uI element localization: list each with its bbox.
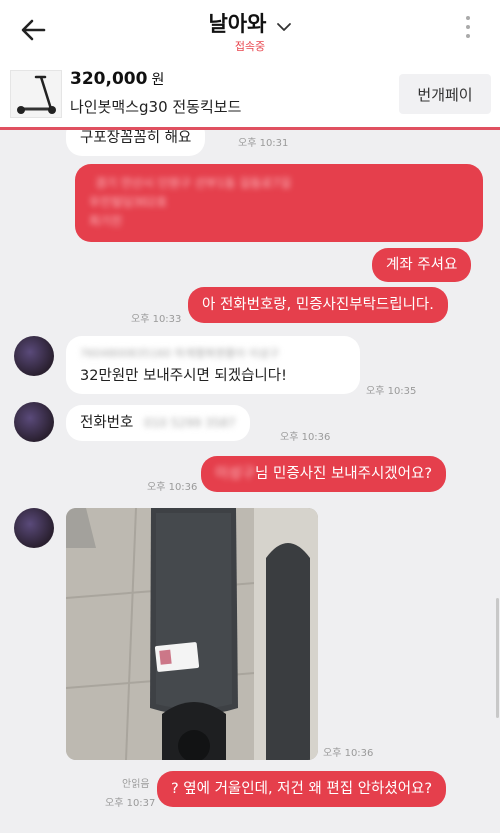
message-text: ? 옆에 거울인데, 저건 왜 편집 안하셨어요?: [171, 781, 433, 797]
redacted-text: 7604800835160 하계행복맨좋아 이성구: [80, 347, 280, 360]
message-text: 32만원만 보내주시면 되겠습니다!: [80, 368, 287, 384]
message-text: 님 민증사진 보내주시겠어요?: [255, 466, 433, 482]
more-dot: [466, 34, 470, 38]
incoming-message[interactable]: 7604800835160 하계행복맨좋아 이성구 32만원만 보내주시면 되겠…: [66, 336, 360, 394]
message-text: 아 전화번호랑, 민증사진부탁드립니다.: [202, 297, 434, 313]
photo-message[interactable]: [66, 508, 318, 760]
incoming-message[interactable]: 구포장꼼꼼히 해요: [66, 130, 206, 156]
outgoing-message[interactable]: ? 옆에 거울인데, 저건 왜 편집 안하셨어요?: [157, 771, 447, 807]
unread-indicator: 안읽음: [122, 779, 150, 790]
bungae-pay-button[interactable]: 번개페이: [399, 74, 491, 114]
message-time: 오후 10:36: [147, 482, 198, 493]
redacted-text: 최기진: [89, 214, 123, 228]
chevron-down-icon[interactable]: [276, 21, 292, 33]
outgoing-message[interactable]: 아 전화번호랑, 민증사진부탁드립니다.: [188, 287, 448, 323]
more-options-button[interactable]: [464, 16, 472, 42]
product-name: 나인봇맥스g30 전동킥보드: [70, 98, 242, 116]
product-price: 320,000 원: [70, 69, 164, 89]
outgoing-message[interactable]: 경기 안산시 단원구 선부1동 길동로7길 우진빌딩302호 최기진: [75, 164, 483, 242]
partner-avatar[interactable]: [14, 336, 54, 376]
product-thumbnail[interactable]: [10, 70, 62, 118]
chat-scrollbar[interactable]: [496, 598, 499, 718]
message-time: 오후 10:35: [366, 386, 417, 397]
message-time: 오후 10:36: [323, 748, 374, 759]
partner-avatar[interactable]: [14, 402, 54, 442]
message-time: 오후 10:37: [105, 798, 156, 809]
kickboard-photo: [66, 508, 318, 760]
price-unit: 원: [151, 72, 165, 88]
chat-messages[interactable]: 구포장꼼꼼히 해요 오후 10:31 경기 안산시 단원구 선부1동 길동로7길…: [0, 130, 500, 833]
outgoing-message[interactable]: 계좌 주셔요: [372, 248, 472, 282]
redacted-text: 우진빌딩302호: [89, 195, 168, 209]
price-value: 320,000: [70, 69, 148, 89]
message-time: 오후 10:36: [280, 432, 331, 443]
outgoing-message[interactable]: 이성구님 민증사진 보내주시겠어요?: [201, 456, 447, 492]
more-dot: [466, 25, 470, 29]
redacted-text: 경기 안산시 단원구 선부1동 길동로7길: [95, 176, 292, 190]
message-time: 오후 10:33: [131, 314, 182, 325]
message-text: 구포장꼼꼼히 해요: [80, 130, 192, 146]
more-vertical-icon: [466, 16, 470, 20]
chat-title-area[interactable]: 날아와 접속중: [0, 8, 500, 54]
online-status: 접속중: [234, 40, 266, 53]
chat-partner-name[interactable]: 날아와: [208, 12, 266, 36]
partner-avatar[interactable]: [14, 508, 54, 548]
kickboard-image: [17, 75, 56, 114]
message-text: 전화번호: [80, 415, 134, 431]
message-time: 오후 10:31: [238, 138, 289, 149]
message-text: 계좌 주셔요: [386, 257, 458, 273]
redacted-text: 010 5299 3587: [143, 416, 236, 430]
redacted-text: 이성구: [215, 466, 256, 482]
incoming-message[interactable]: 전화번호 010 5299 3587: [66, 405, 250, 441]
